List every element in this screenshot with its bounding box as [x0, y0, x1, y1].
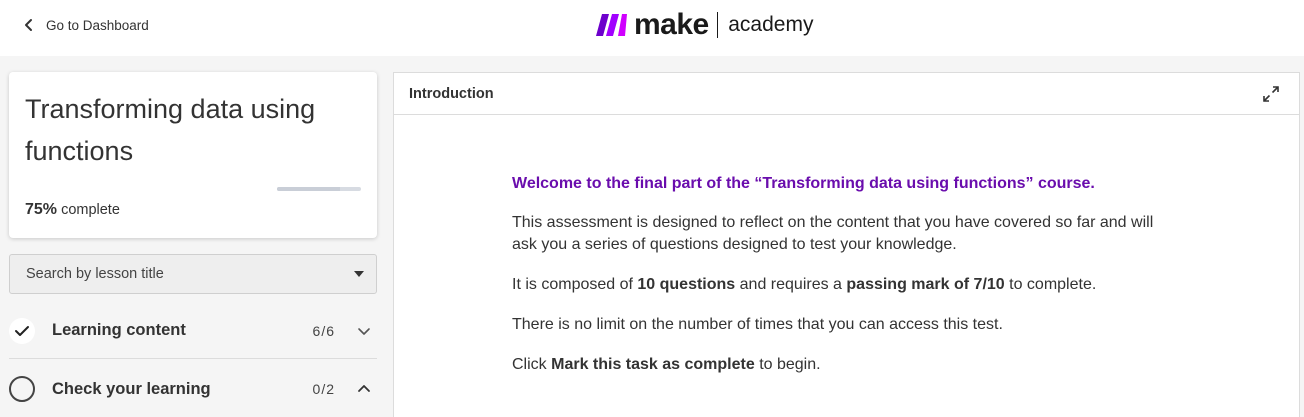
lesson-content: Welcome to the final part of the “Transf… — [512, 173, 1172, 394]
progress-bar — [277, 187, 361, 191]
progress-percent: 75% — [25, 201, 58, 218]
lesson-paragraph: There is no limit on the number of times… — [512, 316, 1003, 333]
expand-icon[interactable] — [1261, 84, 1281, 104]
text-fragment: to complete. — [1004, 276, 1097, 293]
lesson-paragraph: Click Mark this task as complete to begi… — [512, 354, 1172, 376]
chevron-left-icon — [22, 18, 36, 32]
bold-fragment: passing mark of 7/10 — [846, 276, 1005, 293]
lesson-headline: Welcome to the final part of the “Transf… — [512, 175, 1095, 192]
logo-word: make — [634, 8, 709, 41]
text-fragment: and requires a — [735, 276, 847, 293]
section-label: Check your learning — [52, 379, 211, 398]
empty-circle-icon — [9, 376, 35, 402]
bold-fragment: Mark this task as complete — [551, 356, 755, 373]
checkmark-circle-icon — [9, 317, 35, 344]
progress-bar-fill — [277, 187, 340, 191]
lesson-search-select[interactable]: Search by lesson title — [9, 254, 377, 294]
make-academy-logo[interactable]: make academy — [596, 8, 813, 42]
progress-text: 75% complete — [25, 201, 120, 219]
lesson-panel: Introduction Welcome to the final part o… — [393, 72, 1300, 417]
lesson-search-placeholder: Search by lesson title — [26, 266, 164, 282]
course-title: Transforming data using functions — [25, 94, 316, 166]
section-check-your-learning[interactable]: Check your learning 0/2 — [9, 361, 377, 417]
text-fragment: It is composed of — [512, 276, 638, 293]
go-to-dashboard-link[interactable]: Go to Dashboard — [22, 14, 149, 36]
top-bar: Go to Dashboard make academy — [0, 0, 1304, 56]
panel-header: Introduction — [394, 73, 1299, 115]
course-card: Transforming data using functions 75% co… — [9, 72, 377, 238]
chevron-down-icon[interactable] — [357, 324, 371, 338]
make-logo-mark-icon — [596, 14, 627, 36]
section-count: 0/2 — [312, 381, 335, 397]
logo-subtitle: academy — [728, 13, 814, 36]
go-to-dashboard-label: Go to Dashboard — [46, 17, 149, 33]
progress-suffix: complete — [61, 202, 120, 218]
section-count: 6/6 — [312, 322, 335, 339]
text-fragment: Click — [512, 356, 552, 373]
section-learning-content[interactable]: Learning content 6/6 — [9, 303, 377, 359]
logo-divider — [716, 12, 719, 38]
section-label: Learning content — [52, 321, 186, 339]
bold-fragment: 10 questions — [637, 276, 736, 293]
text-fragment: to begin. — [754, 356, 821, 373]
chevron-up-icon[interactable] — [357, 382, 371, 396]
panel-title: Introduction — [409, 85, 494, 102]
lesson-paragraph: This assessment is designed to reflect o… — [512, 214, 1154, 253]
caret-down-icon — [354, 271, 364, 277]
lesson-paragraph: It is composed of 10 questions and requi… — [512, 274, 1172, 296]
